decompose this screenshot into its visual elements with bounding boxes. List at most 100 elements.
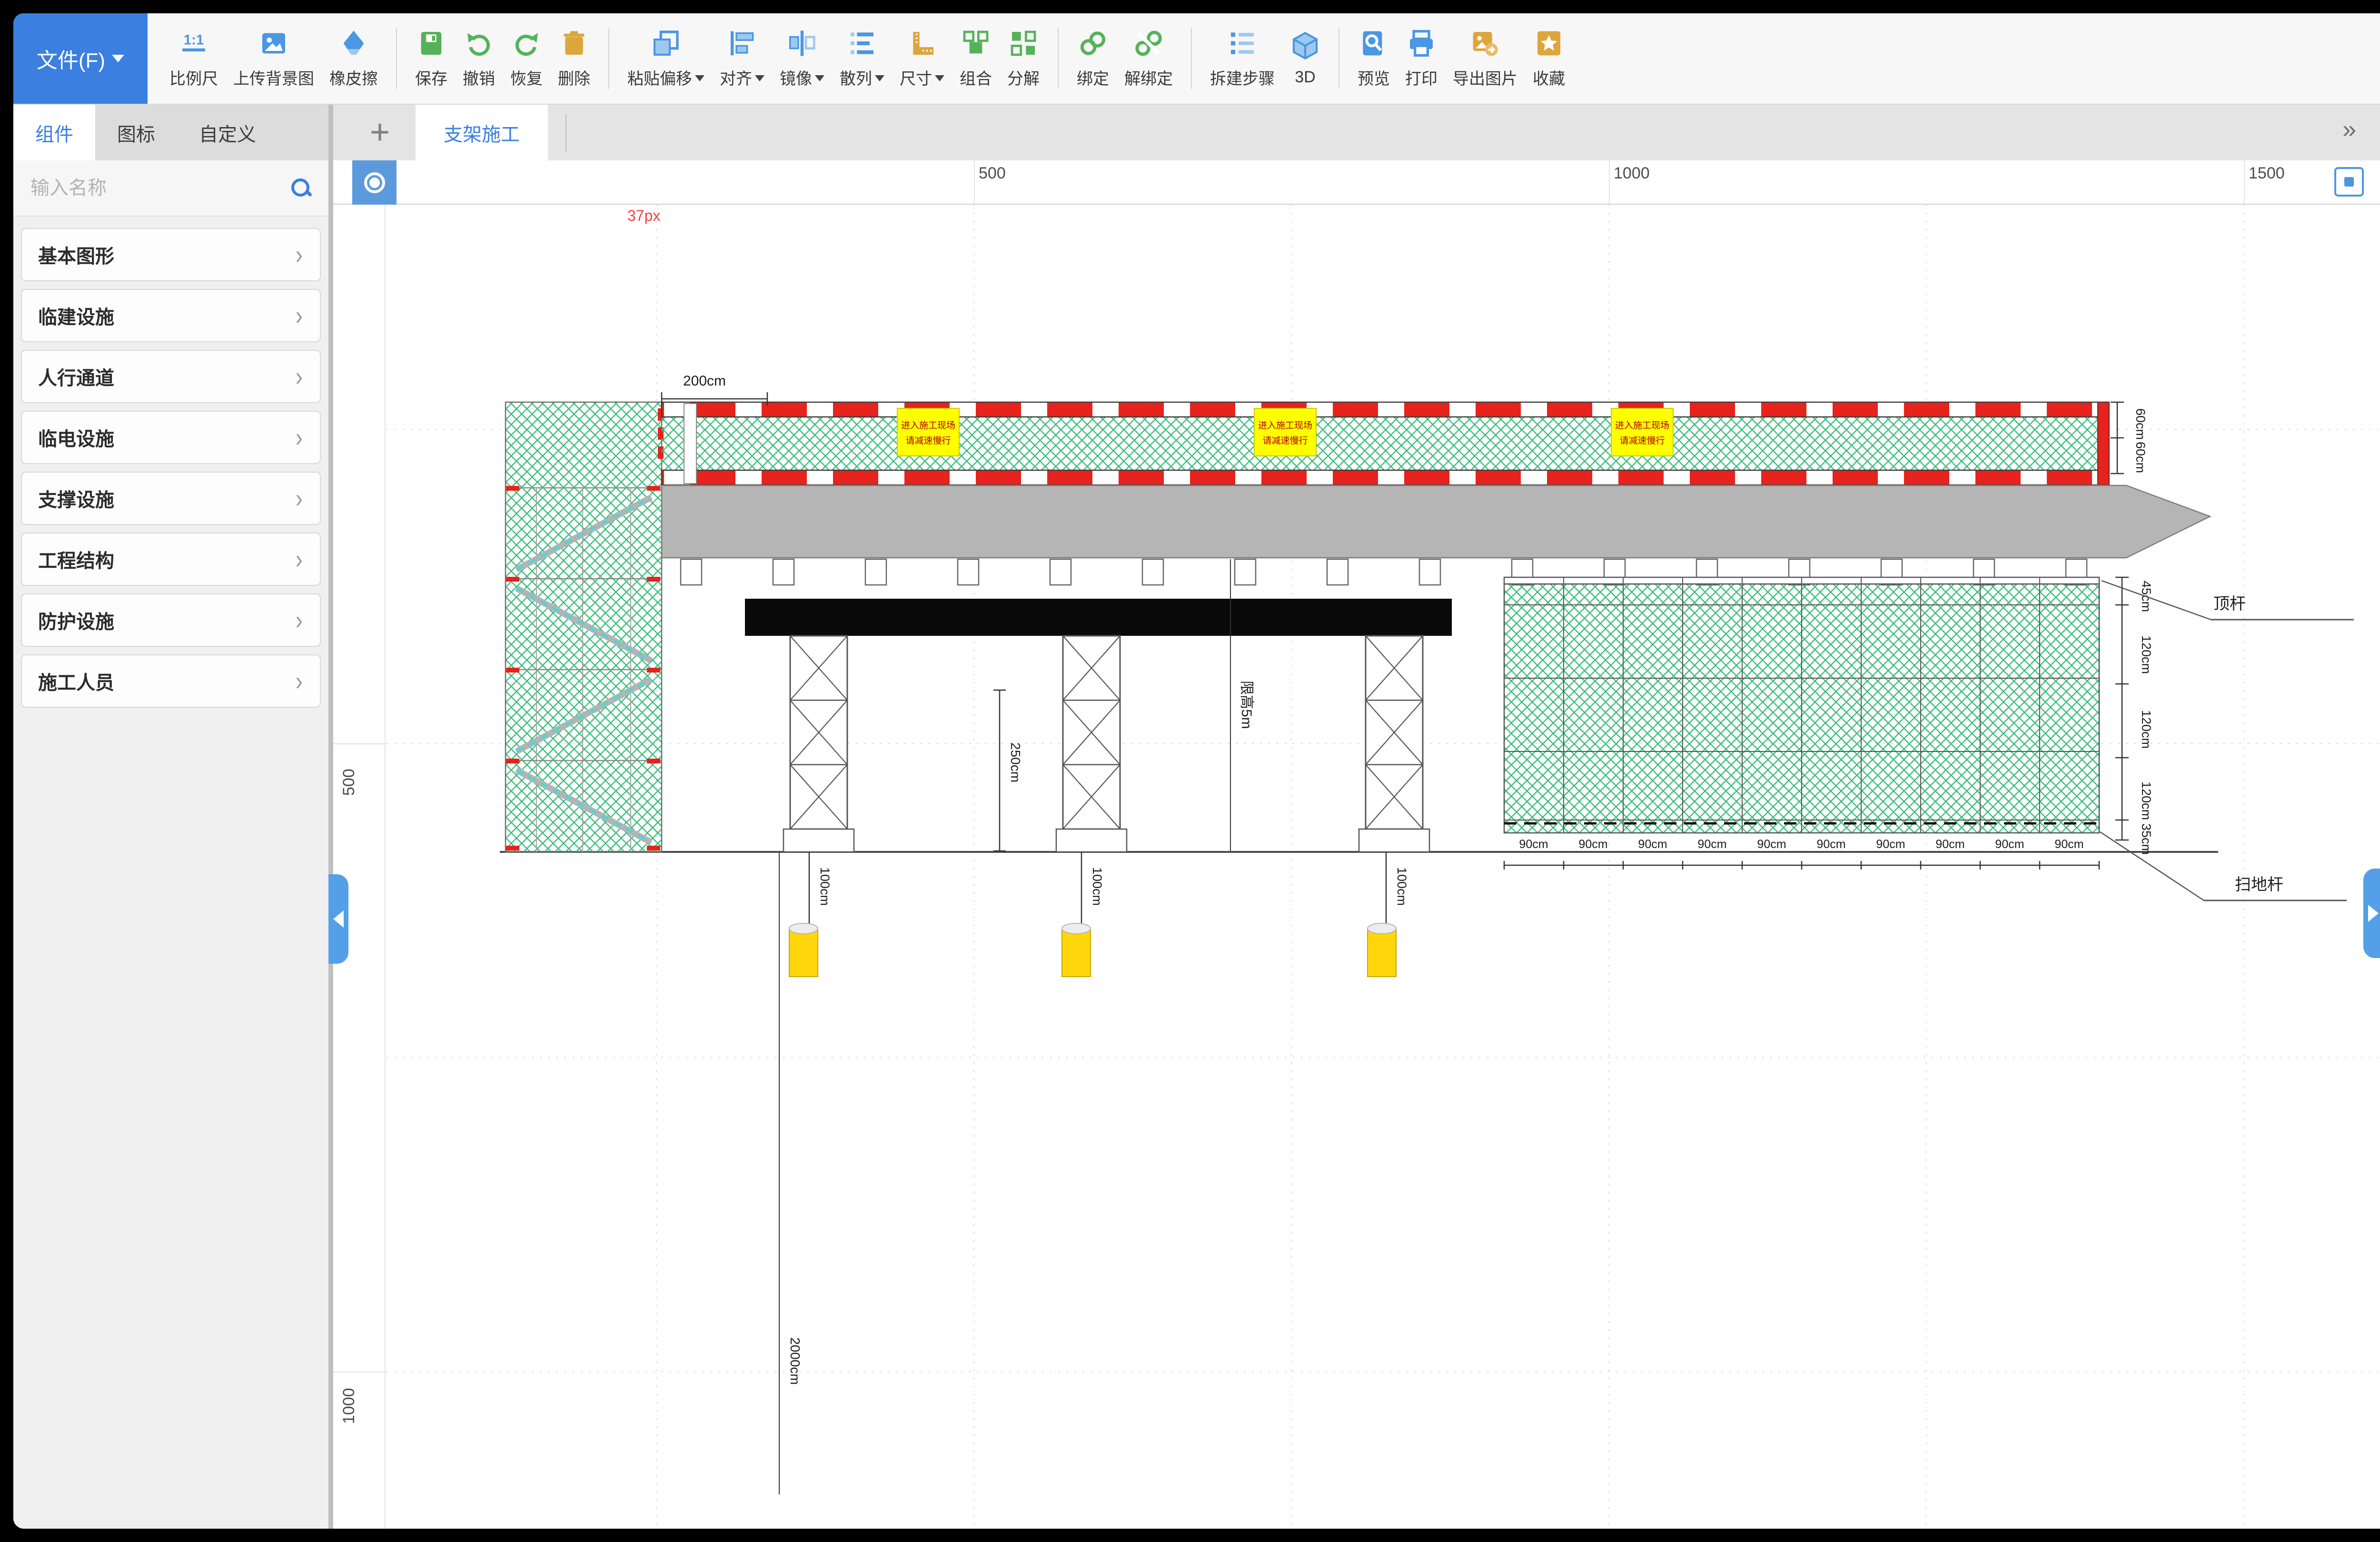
toolbar-button-mirror[interactable]: 镜像 (772, 28, 832, 89)
sidebar-category-0[interactable]: 基本图形› (21, 228, 321, 281)
chevron-down-icon (875, 75, 884, 81)
chevron-right-icon: › (296, 668, 303, 694)
ruler-tick (1609, 160, 1610, 205)
toolbar-button-steps[interactable]: 拆建步骤 (1202, 28, 1282, 89)
toolbar-button-label: 收藏 (1533, 66, 1565, 89)
file-menu-button[interactable]: 文件(F) (13, 13, 148, 104)
svg-text:90cm: 90cm (1638, 838, 1667, 851)
sidebar-tab-1[interactable]: 图标 (95, 105, 177, 160)
add-tab-button[interactable]: + (361, 113, 399, 151)
toolbar-button-export-image[interactable]: 导出图片 (1445, 28, 1525, 89)
tab-document[interactable]: 支架施工 (416, 105, 548, 160)
svg-text:90cm: 90cm (1697, 838, 1726, 851)
toolbar-button-delete[interactable]: 删除 (550, 28, 598, 89)
sidebar-tab-0[interactable]: 组件 (13, 105, 95, 160)
toolbar-button-label: 3D (1295, 68, 1315, 87)
toolbar-button-align[interactable]: 对齐 (712, 28, 772, 89)
svg-text:进入施工现场: 进入施工现场 (1258, 420, 1312, 431)
sidebar-category-1[interactable]: 临建设施› (21, 289, 321, 342)
search-icon[interactable] (290, 178, 311, 198)
toolbar-button-group[interactable]: 组合 (952, 28, 1000, 89)
toolbar-button-label: 比例尺 (169, 66, 218, 89)
svg-text:90cm: 90cm (1757, 838, 1786, 851)
toolbar-button-label: 恢复 (510, 66, 543, 89)
svg-text:进入施工现场: 进入施工现场 (1615, 420, 1669, 431)
toolbar-button-eraser[interactable]: 橡皮擦 (322, 28, 386, 89)
toolbar-button-dimension[interactable]: 尺寸 (892, 28, 952, 89)
svg-text:100cm: 100cm (1090, 867, 1104, 906)
svg-text:2000cm: 2000cm (788, 1337, 803, 1385)
favorite-icon (1534, 28, 1564, 61)
delete-icon (559, 28, 589, 61)
sidebar-category-5[interactable]: 工程结构› (21, 533, 321, 586)
sidebar-category-label: 临电设施 (38, 424, 295, 451)
app-window: 文件(F) 1:1 比例尺上传背景图橡皮擦保存撤销恢复删除粘贴偏移 对齐镜像散列尺寸… (13, 13, 2380, 1529)
origin-ring-icon (364, 172, 385, 193)
toolbar-button-upload-image[interactable]: 上传背景图 (226, 28, 322, 89)
toolbar-button-favorite[interactable]: 收藏 (1525, 28, 1573, 89)
sidebar-tab-2[interactable]: 自定义 (177, 105, 278, 160)
svg-text:90cm: 90cm (1519, 838, 1548, 851)
collapse-chevrons-icon[interactable]: » (2342, 115, 2356, 144)
panel-collapse-handle[interactable] (2363, 869, 2380, 958)
svg-text:扫地杆: 扫地杆 (2235, 876, 2283, 894)
sidebar-category-label: 支撑设施 (38, 484, 295, 512)
drawing-viewport[interactable]: 5001000 37px进入施工现场请减速慢行进入施工现场请减速慢行进入施工现场… (333, 205, 2380, 1529)
ruler-origin-icon[interactable] (352, 160, 397, 205)
toolbar-button-bind[interactable]: 绑定 (1069, 28, 1117, 89)
svg-text:请减速慢行: 请减速慢行 (1619, 435, 1665, 446)
chevron-right-icon: › (296, 241, 303, 268)
sidebar-category-2[interactable]: 人行通道› (21, 350, 321, 403)
svg-text:100cm: 100cm (1395, 867, 1409, 906)
toolbar-separator (396, 28, 397, 89)
toolbar-button-paste-offset[interactable]: 粘贴偏移 (620, 28, 712, 89)
ruler-tick (974, 160, 975, 205)
svg-text:60cm: 60cm (2133, 408, 2148, 440)
toolbar-button-label: 组合 (960, 66, 992, 89)
chevron-down-icon (112, 55, 124, 62)
toolbar-button-scatter[interactable]: 散列 (832, 28, 892, 89)
chevron-down-icon (935, 75, 944, 81)
redo-icon (511, 28, 542, 61)
sidebar-category-7[interactable]: 施工人员› (21, 654, 321, 708)
horizontal-ruler: 50010001500 (333, 160, 2380, 205)
sidebar-category-6[interactable]: 防护设施› (21, 593, 321, 647)
toolbar-button-preview[interactable]: 预览 (1350, 28, 1398, 89)
drawing-canvas[interactable]: 37px进入施工现场请减速慢行进入施工现场请减速慢行进入施工现场请减速慢行90c… (333, 205, 2380, 1529)
chevron-right-icon: › (296, 424, 303, 451)
sidebar-category-4[interactable]: 支撑设施› (21, 472, 321, 525)
export-image-icon (1470, 28, 1500, 61)
file-menu-label: 文件(F) (37, 43, 105, 74)
eraser-icon (338, 28, 369, 61)
toolbar-button-label: 对齐 (720, 66, 752, 89)
sidebar-collapse-handle[interactable] (328, 874, 348, 964)
toolbar-button-redo[interactable]: 恢复 (503, 28, 550, 89)
toolbar-button-print[interactable]: 打印 (1398, 28, 1445, 89)
chevron-right-icon: › (296, 302, 303, 329)
scatter-icon (847, 28, 877, 61)
toolbar-button-cube-3d[interactable]: 3D (1282, 30, 1328, 87)
toolbar-button-label: 粘贴偏移 (627, 66, 692, 89)
toolbar-separator (1058, 28, 1059, 89)
search-input[interactable] (30, 178, 290, 199)
fit-view-icon[interactable] (2334, 167, 2364, 197)
toolbar-button-label: 导出图片 (1453, 66, 1517, 89)
dimension-icon (907, 28, 937, 61)
toolbar-button-undo[interactable]: 撤销 (455, 28, 503, 89)
toolbar-button-label: 绑定 (1077, 66, 1109, 89)
toolbar-button-unbind[interactable]: 解绑定 (1117, 28, 1180, 89)
sidebar-category-label: 人行通道 (38, 363, 295, 390)
toolbar-button-scale[interactable]: 1:1 比例尺 (162, 28, 226, 89)
chevron-down-icon (695, 75, 704, 81)
sidebar: 组件图标自定义 基本图形›临建设施›人行通道›临电设施›支撑设施›工程结构›防护… (13, 105, 328, 1529)
group-icon (961, 28, 991, 61)
svg-text:90cm: 90cm (2054, 838, 2083, 851)
bind-icon (1078, 28, 1108, 61)
scaffold-drawing[interactable]: 37px进入施工现场请减速慢行进入施工现场请减速慢行进入施工现场请减速慢行90c… (333, 205, 2380, 1529)
toolbar-button-save[interactable]: 保存 (407, 28, 455, 89)
sidebar-category-3[interactable]: 临电设施› (21, 411, 321, 464)
toolbar-separator (608, 28, 609, 89)
save-icon (416, 28, 446, 61)
toolbar-button-ungroup[interactable]: 分解 (1000, 28, 1047, 89)
scale-icon: 1:1 (178, 28, 209, 61)
